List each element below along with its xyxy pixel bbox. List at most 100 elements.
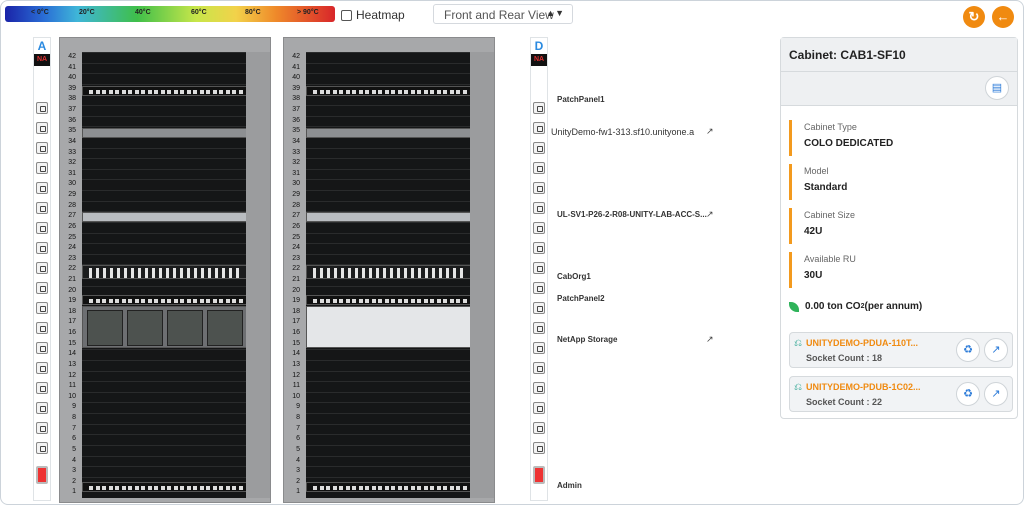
device-switch-rear[interactable] [306, 212, 472, 222]
rack-unit-number: 29 [68, 191, 76, 199]
rack-unit-number: 10 [292, 392, 300, 400]
card-view-button[interactable]: ▤ [985, 76, 1009, 100]
port [128, 299, 132, 303]
heatmap-toggle[interactable]: Heatmap [341, 8, 405, 22]
socket-outlet-icon[interactable] [36, 122, 48, 134]
external-link-icon[interactable]: ↗ [706, 209, 714, 220]
device-storage-rear[interactable] [306, 306, 472, 348]
socket-outlet-icon[interactable] [533, 422, 545, 434]
port [326, 90, 330, 94]
device-label-firewall[interactable]: UnityDemo-fw1-313.sf10.unityone.a [551, 127, 694, 137]
socket-outlet-icon[interactable] [533, 342, 545, 354]
external-link-icon[interactable]: ↗ [706, 334, 714, 345]
back-button[interactable]: ← [992, 6, 1014, 28]
pdu-name-link[interactable]: UNITYDEMO-PDUA-110T... [806, 338, 918, 348]
socket-outlet-icon[interactable] [533, 302, 545, 314]
socket-outlet-icon[interactable] [533, 162, 545, 174]
pdu-strip-d[interactable]: D NA [530, 37, 548, 501]
device-firewall-front[interactable] [82, 128, 261, 140]
rack-unit-number: 25 [68, 233, 76, 241]
device-storage-front[interactable] [82, 306, 248, 348]
port [365, 299, 369, 303]
device-caborg-rear[interactable] [306, 265, 472, 279]
pdu-strip-a[interactable]: A NA [33, 37, 51, 501]
device-label-patchpanel1[interactable]: PatchPanel1 [557, 95, 605, 104]
rack-rail [470, 52, 494, 498]
socket-outlet-icon[interactable] [533, 242, 545, 254]
device-label-switch[interactable]: UL-SV1-P26-2-R08-UNITY-LAB-ACC-S... [557, 210, 707, 219]
socket-outlet-icon[interactable] [533, 142, 545, 154]
port [95, 299, 100, 303]
socket-outlet-icon[interactable] [533, 262, 545, 274]
port [225, 299, 230, 303]
socket-outlet-icon[interactable] [36, 282, 48, 294]
socket-outlet-icon[interactable] [36, 102, 48, 114]
device-admin-front[interactable] [82, 482, 248, 492]
chart-button[interactable]: ↗ [984, 382, 1008, 406]
heatmap-checkbox[interactable] [341, 9, 352, 21]
socket-outlet-icon[interactable] [36, 182, 48, 194]
device-patchpanel1-front[interactable] [82, 86, 248, 96]
socket-outlet-icon[interactable] [533, 102, 545, 114]
socket-outlet-icon[interactable] [36, 422, 48, 434]
cable-finger [180, 268, 183, 278]
recycle-button[interactable]: ♻ [956, 382, 980, 406]
socket-outlet-icon[interactable] [36, 162, 48, 174]
rack-slot-divider [82, 52, 248, 53]
socket-outlet-icon[interactable] [36, 202, 48, 214]
port [417, 486, 421, 490]
device-label-storage[interactable]: NetApp Storage [557, 335, 617, 344]
socket-outlet-icon[interactable] [533, 442, 545, 454]
external-link-icon[interactable]: ↗ [706, 126, 714, 137]
rack-unit-number: 31 [292, 169, 300, 177]
device-caborg-front[interactable] [82, 265, 248, 279]
pdu-card[interactable]: ⎌ UNITYDEMO-PDUA-110T... Socket Count : … [789, 332, 1013, 368]
pdu-status: NA [34, 54, 50, 66]
device-patchpanel1-rear[interactable] [306, 86, 472, 96]
device-patchpanel2-front[interactable] [82, 295, 248, 305]
socket-outlet-icon[interactable] [36, 442, 48, 454]
chart-button[interactable]: ↗ [984, 338, 1008, 362]
device-label-patchpanel2[interactable]: PatchPanel2 [557, 294, 605, 303]
socket-outlet-icon[interactable] [36, 382, 48, 394]
device-label-caborg[interactable]: CabOrg1 [557, 272, 591, 281]
device-label-admin[interactable]: Admin [557, 481, 582, 490]
cable-finger [376, 268, 379, 278]
socket-outlet-icon[interactable] [36, 142, 48, 154]
device-switch-front[interactable] [82, 212, 261, 224]
port [154, 299, 158, 303]
socket-outlet-icon[interactable] [533, 202, 545, 214]
socket-outlet-icon[interactable] [533, 222, 545, 234]
cable-finger [215, 268, 218, 278]
socket-outlet-icon[interactable] [36, 222, 48, 234]
device-patchpanel2-rear[interactable] [306, 295, 472, 305]
socket-outlet-icon[interactable] [36, 402, 48, 414]
socket-outlet-icon[interactable] [533, 122, 545, 134]
socket-outlet-icon[interactable] [36, 322, 48, 334]
port [352, 486, 356, 490]
port [238, 486, 243, 490]
socket-outlet-icon[interactable] [533, 282, 545, 294]
socket-outlet-icon[interactable] [533, 382, 545, 394]
device-firewall-rear[interactable] [306, 128, 472, 138]
recycle-button[interactable]: ♻ [956, 338, 980, 362]
view-select[interactable]: Front and Rear View ▲▼ [433, 4, 573, 24]
pdu-card[interactable]: ⎌ UNITYDEMO-PDUB-1C02... Socket Count : … [789, 376, 1013, 412]
port [391, 90, 395, 94]
socket-outlet-icon[interactable] [533, 362, 545, 374]
device-admin-rear[interactable] [306, 482, 472, 492]
rack-unit-number: 37 [292, 106, 300, 114]
socket-outlet-icon[interactable] [533, 402, 545, 414]
socket-outlet-icon[interactable] [36, 362, 48, 374]
socket-outlet-icon[interactable] [533, 322, 545, 334]
port [443, 299, 447, 303]
refresh-button[interactable]: ↻ [963, 6, 985, 28]
socket-outlet-icon[interactable] [36, 262, 48, 274]
socket-outlet-icon[interactable] [36, 302, 48, 314]
socket-outlet-icon[interactable] [36, 242, 48, 254]
port [154, 486, 158, 490]
rack-slot-divider [82, 221, 248, 223]
socket-outlet-icon[interactable] [36, 342, 48, 354]
socket-outlet-icon[interactable] [533, 182, 545, 194]
pdu-name-link[interactable]: UNITYDEMO-PDUB-1C02... [806, 382, 921, 392]
